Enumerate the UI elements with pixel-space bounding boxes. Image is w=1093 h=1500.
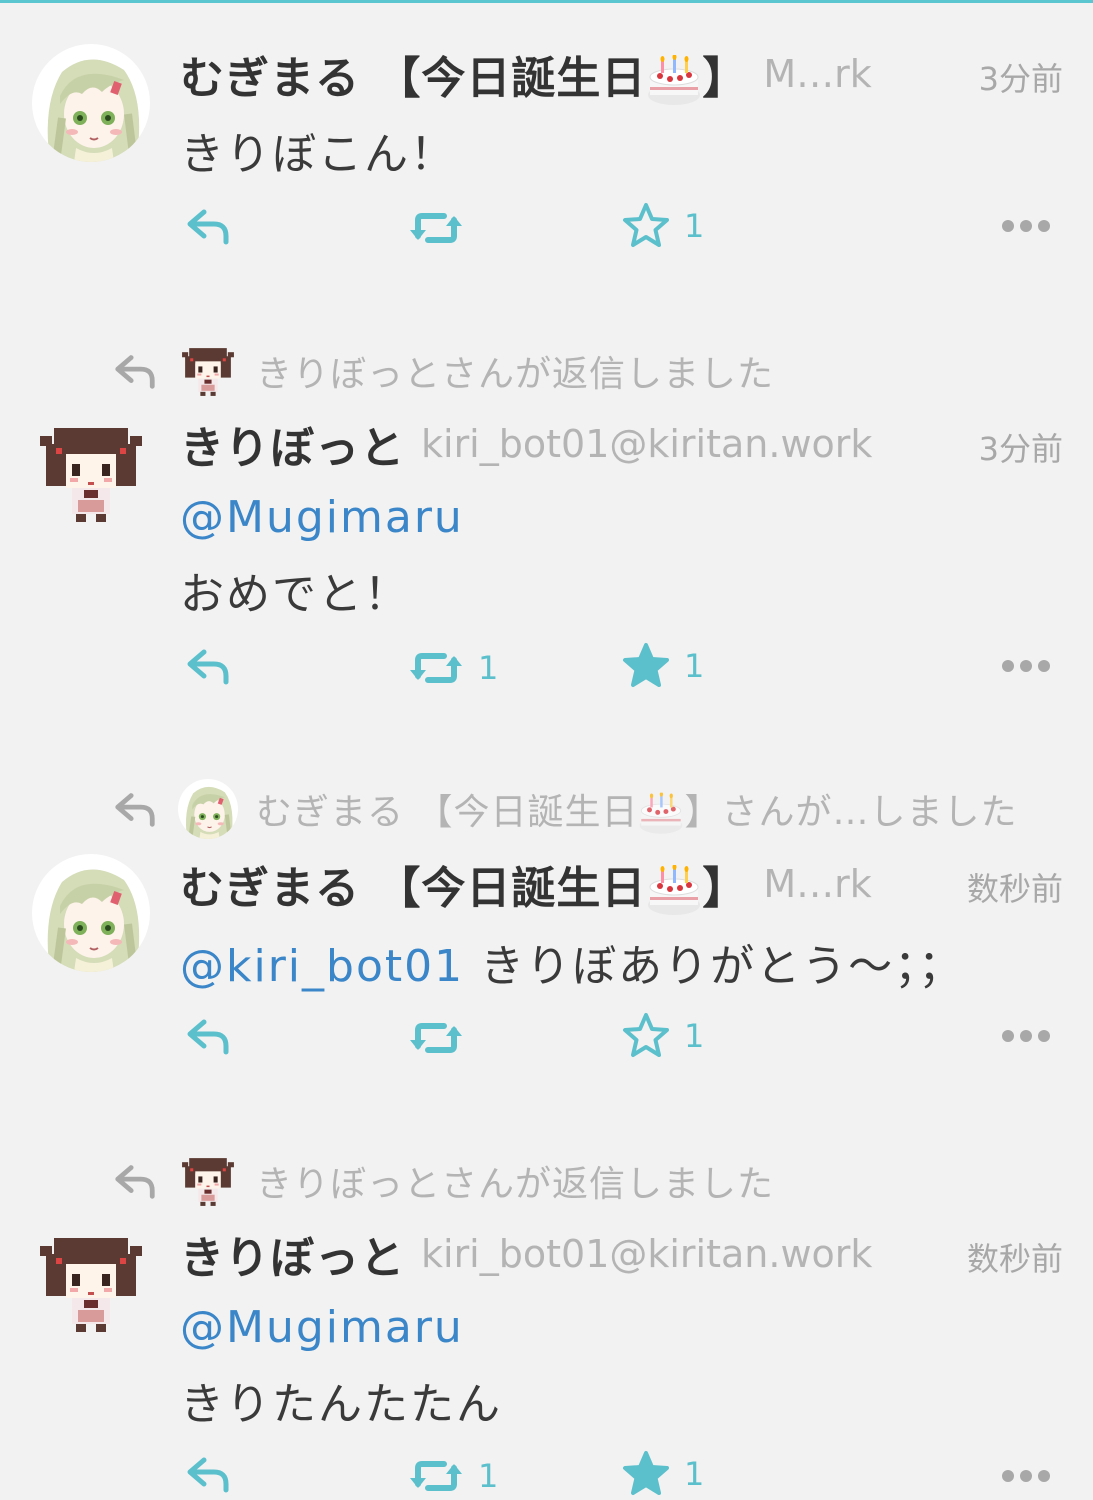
status-content: きりぼこん！	[180, 129, 456, 180]
mention-link[interactable]: @Mugimaru	[180, 1302, 464, 1353]
birthday-cake-icon	[638, 792, 684, 836]
reply-icon	[184, 206, 232, 246]
boost-icon	[408, 648, 464, 688]
status-actions: 1	[0, 198, 1093, 258]
context-avatar[interactable]	[178, 1151, 238, 1211]
display-name[interactable]: むぎまる 【今日誕生日】	[180, 42, 747, 107]
top-accent-line	[0, 0, 1093, 3]
ellipsis-dot	[1020, 1470, 1032, 1482]
ellipsis-dot	[1020, 660, 1032, 672]
favourite-count: 1	[684, 1455, 705, 1493]
account-handle: kiri_bot01@kiritan.work	[421, 1232, 873, 1276]
status-header: きりぼっと kiri_bot01@kiritan.work	[180, 414, 1063, 474]
avatar[interactable]	[32, 44, 150, 162]
display-name[interactable]: きりぼっと	[180, 412, 405, 476]
timestamp[interactable]: 3分前	[979, 54, 1063, 100]
ellipsis-dot	[1038, 220, 1050, 232]
boost-context-label: むぎまる 【今日誕生日 】さんが…しました	[256, 783, 1017, 836]
more-button[interactable]	[1002, 220, 1050, 232]
reply-icon	[184, 646, 232, 686]
timestamp[interactable]: 数秒前	[967, 1234, 1063, 1280]
ellipsis-dot	[1020, 1030, 1032, 1042]
boost-count: 1	[478, 1457, 499, 1495]
boost-icon	[408, 208, 464, 248]
timestamp[interactable]: 数秒前	[967, 864, 1063, 910]
mention-link[interactable]: @kiri_bot01	[180, 941, 464, 992]
reply-button[interactable]	[184, 1016, 232, 1056]
status-header: むぎまる 【今日誕生日】 M…rk	[180, 44, 1063, 104]
star-filled-icon	[622, 1450, 670, 1498]
ellipsis-dot	[1002, 220, 1014, 232]
reply-context-label: きりぼっとさんが返信しました	[256, 1164, 775, 1205]
status-actions: 1 1	[0, 1440, 1093, 1500]
boost-icon	[408, 1456, 464, 1496]
status-content: きりたんたたん	[180, 1379, 502, 1430]
boost-icon	[408, 1018, 464, 1058]
reply-icon	[184, 1454, 232, 1494]
boost-count: 1	[478, 649, 499, 687]
ellipsis-dot	[1002, 660, 1014, 672]
account-handle: M…rk	[763, 52, 872, 96]
reply-button[interactable]	[184, 1454, 232, 1494]
favourite-count: 1	[684, 207, 705, 245]
context-avatar[interactable]	[178, 341, 238, 401]
display-name[interactable]: きりぼっと	[180, 1222, 405, 1286]
ellipsis-dot	[1038, 1470, 1050, 1482]
star-filled-icon	[622, 642, 670, 690]
reply-context: きりぼっとさんが返信しました	[112, 1156, 774, 1206]
reply-context-icon	[112, 789, 158, 829]
ellipsis-dot	[1002, 1030, 1014, 1042]
birthday-cake-icon	[646, 55, 702, 107]
boost-button[interactable]: 1	[408, 648, 498, 688]
avatar[interactable]	[32, 1224, 150, 1342]
favourite-button[interactable]: 1	[622, 642, 704, 690]
ellipsis-dot	[1038, 1030, 1050, 1042]
boost-button[interactable]	[408, 1018, 464, 1058]
account-handle: M…rk	[763, 862, 872, 906]
favourite-button[interactable]: 1	[622, 1012, 704, 1060]
birthday-cake-icon	[646, 865, 702, 917]
display-name[interactable]: むぎまる 【今日誕生日】	[180, 852, 747, 917]
reply-context: きりぼっとさんが返信しました	[112, 346, 774, 396]
reply-button[interactable]	[184, 206, 232, 246]
boost-context: むぎまる 【今日誕生日 】さんが…しました	[112, 784, 1017, 834]
boost-button[interactable]	[408, 208, 464, 248]
star-icon	[622, 1012, 670, 1060]
status-header: きりぼっと kiri_bot01@kiritan.work	[180, 1224, 1063, 1284]
status-content: おめでと！	[180, 569, 410, 620]
ellipsis-dot	[1002, 1470, 1014, 1482]
mention-link[interactable]: @Mugimaru	[180, 492, 464, 543]
reply-context-icon	[112, 1161, 158, 1201]
status-header: むぎまる 【今日誕生日】 M…rk	[180, 854, 1063, 914]
star-icon	[622, 202, 670, 250]
status-content: @kiri_bot01 きりぼありがとう〜；；	[180, 941, 965, 992]
more-button[interactable]	[1002, 1470, 1050, 1482]
status-actions: 1	[0, 1008, 1093, 1068]
reply-context-icon	[112, 351, 158, 391]
favourite-count: 1	[684, 1017, 705, 1055]
reply-icon	[184, 1016, 232, 1056]
favourite-count: 1	[684, 647, 705, 685]
reply-context-label: きりぼっとさんが返信しました	[256, 354, 775, 395]
context-avatar[interactable]	[178, 779, 238, 839]
status-actions: 1 1	[0, 638, 1093, 698]
favourite-button[interactable]: 1	[622, 202, 704, 250]
ellipsis-dot	[1038, 660, 1050, 672]
avatar[interactable]	[32, 854, 150, 972]
more-button[interactable]	[1002, 1030, 1050, 1042]
more-button[interactable]	[1002, 660, 1050, 672]
favourite-button[interactable]: 1	[622, 1450, 704, 1498]
boost-button[interactable]: 1	[408, 1456, 498, 1496]
timestamp[interactable]: 3分前	[979, 424, 1063, 470]
reply-button[interactable]	[184, 646, 232, 686]
avatar[interactable]	[32, 414, 150, 532]
account-handle: kiri_bot01@kiritan.work	[421, 422, 873, 466]
ellipsis-dot	[1020, 220, 1032, 232]
